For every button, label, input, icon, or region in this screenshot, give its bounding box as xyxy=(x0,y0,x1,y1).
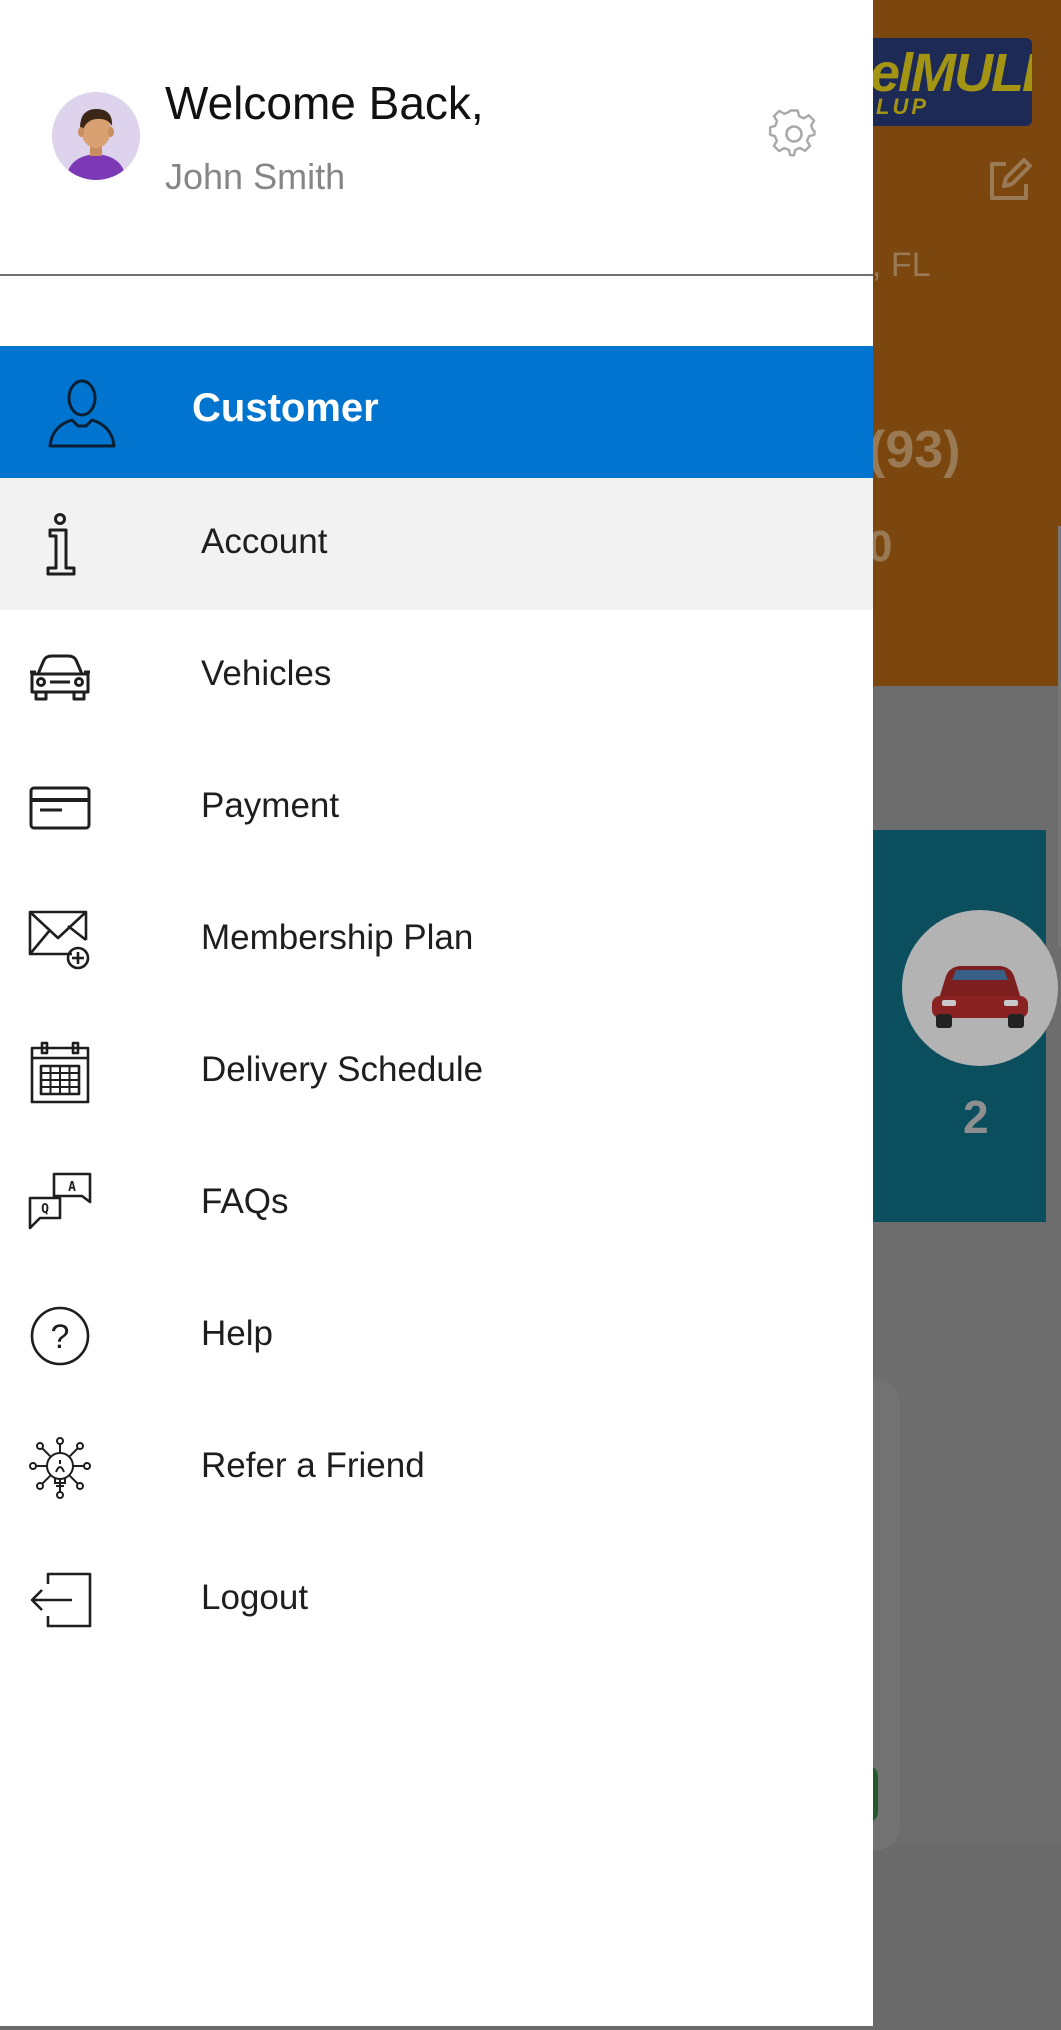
menu-item-account[interactable]: Account xyxy=(0,478,873,610)
vehicle-count: 2 xyxy=(963,1091,989,1143)
person-icon xyxy=(46,376,118,448)
menu-item-label: Delivery Schedule xyxy=(201,1050,484,1089)
menu-item-label: Membership Plan xyxy=(201,918,474,957)
section-label: Customer xyxy=(192,386,379,430)
question-circle-icon: ? xyxy=(28,1304,92,1368)
background-location-text: , FL xyxy=(872,246,931,284)
user-avatar-icon xyxy=(52,92,140,180)
logout-icon xyxy=(28,1568,92,1632)
menu-item-membership-plan[interactable]: Membership Plan xyxy=(0,874,873,1006)
menu-item-label: Refer a Friend xyxy=(201,1446,425,1485)
edit-icon xyxy=(984,156,1034,206)
mail-plus-icon xyxy=(28,908,92,972)
welcome-text: Welcome Back, xyxy=(165,77,484,129)
svg-text:A: A xyxy=(68,1180,76,1195)
menu-item-label: FAQs xyxy=(201,1182,289,1221)
avatar[interactable] xyxy=(52,92,140,180)
credit-card-icon xyxy=(28,776,92,840)
menu-item-delivery-schedule[interactable]: Delivery Schedule xyxy=(0,1006,873,1138)
menu-item-faqs[interactable]: A Q FAQs xyxy=(0,1138,873,1270)
brand-logo: elMULE LUP xyxy=(862,38,1032,126)
info-icon xyxy=(28,512,92,576)
user-name: John Smith xyxy=(165,156,346,197)
red-car-icon xyxy=(932,966,1028,1028)
car-icon xyxy=(28,644,92,708)
menu-item-refer-a-friend[interactable]: Refer a Friend xyxy=(0,1402,873,1534)
svg-text:?: ? xyxy=(51,1318,70,1356)
menu-item-payment[interactable]: Payment xyxy=(0,742,873,874)
menu-item-label: Payment xyxy=(201,786,340,825)
brand-logo-subtext: LUP xyxy=(876,94,929,119)
svg-text:Q: Q xyxy=(41,1202,49,1217)
drawer-header: Welcome Back, John Smith xyxy=(0,0,873,276)
calendar-icon xyxy=(28,1040,92,1104)
background-phone-text: (93) xyxy=(868,421,961,479)
qa-chat-icon: A Q xyxy=(28,1172,92,1236)
vehicle-avatar xyxy=(902,910,1058,1066)
lightbulb-network-icon xyxy=(28,1436,92,1500)
header-divider xyxy=(0,274,873,276)
customer-section-header: Customer xyxy=(0,346,873,478)
menu-item-label: Help xyxy=(201,1314,273,1353)
menu-item-help[interactable]: ? Help xyxy=(0,1270,873,1402)
menu-item-label: Logout xyxy=(201,1578,309,1617)
menu-item-label: Account xyxy=(201,522,328,561)
menu-item-label: Vehicles xyxy=(201,654,332,693)
menu-item-vehicles[interactable]: Vehicles xyxy=(0,610,873,742)
navigation-drawer: Welcome Back, John Smith Customer Accoun… xyxy=(0,0,873,2026)
settings-gear-icon[interactable] xyxy=(768,108,820,160)
drawer-menu: Account Vehicles Payment Membership Plan… xyxy=(0,478,873,1666)
menu-item-logout[interactable]: Logout xyxy=(0,1534,873,1666)
